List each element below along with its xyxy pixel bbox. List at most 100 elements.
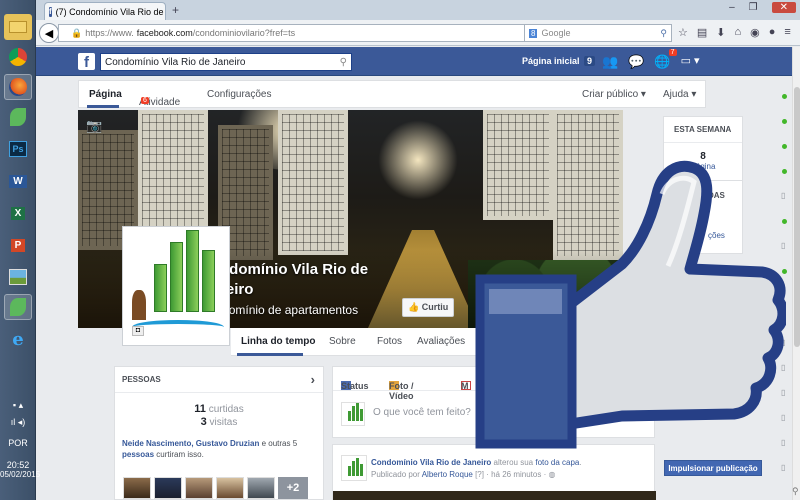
online-dot-icon[interactable] [782,144,787,149]
clock-time[interactable]: 20:52 [0,460,36,470]
leaf-app-icon-2[interactable] [4,294,32,320]
others-link[interactable]: pessoas [122,450,154,459]
tab-page[interactable]: Página [89,89,122,100]
bookmarks-icon[interactable]: ▤ [697,26,707,39]
scrollbar-thumb[interactable] [794,87,800,347]
chevron-right-icon[interactable]: › [311,372,315,387]
url-bar[interactable]: 🔒 https://www. facebook.com/condominiovil… [58,24,558,42]
profile-picture[interactable]: ◘ [122,226,230,346]
visits-stat[interactable]: 3 visitas [115,416,323,428]
avatar[interactable] [185,477,213,499]
logo-tree [132,290,146,320]
notifications-icon[interactable]: 🌐 7 [654,49,677,70]
help-menu[interactable]: Ajuda ▾ [663,89,696,100]
word-icon[interactable]: W [4,168,32,194]
post-author-avatar[interactable] [341,455,367,481]
close-window-button[interactable]: ✕ [771,2,796,13]
photoshop-icon[interactable]: Ps [4,136,32,162]
tab-settings[interactable]: Configurações [207,89,271,100]
facebook-search-input[interactable]: Condomínio Vila Rio de Janeiro ⚲ [100,53,352,71]
tab-photos[interactable]: Fotos [377,336,402,347]
mobile-device-icon[interactable]: ▯ [781,241,785,250]
addon-icon[interactable]: ◉ [750,26,760,39]
back-button[interactable]: ◀ [39,23,59,43]
tray-icons[interactable]: ▪ ▴ [0,400,36,411]
internet-explorer-icon[interactable]: e [4,326,32,352]
online-dot-icon[interactable] [782,169,787,174]
image-viewer-icon[interactable] [4,264,32,290]
avatar[interactable] [216,477,244,499]
friend-requests-icon[interactable]: 👥 [602,54,618,70]
facebook-logo-icon[interactable]: f [78,53,95,70]
powerpoint-icon[interactable]: P [4,232,32,258]
file-explorer-icon[interactable] [4,14,32,40]
excel-icon[interactable]: X [4,200,32,226]
search-icon[interactable]: ⚲ [792,486,799,497]
minimize-button[interactable]: – [729,2,735,13]
tab-about[interactable]: Sobre [329,336,356,347]
tray-volume-icon[interactable]: ıl ◂) [0,417,36,428]
page-scrollbar[interactable] [792,47,800,500]
section2-link[interactable]: ções [708,231,725,240]
avatar[interactable] [123,477,151,499]
boost-post-button[interactable]: Impulsionar publicação [664,460,762,476]
likes-count: 11 [194,403,206,415]
bookmark-star-icon[interactable]: ☆ [678,26,688,39]
mobile-device-icon[interactable]: ▯ [781,191,785,200]
tab-reviews[interactable]: Avaliações [417,336,465,347]
restore-button[interactable]: ❐ [749,2,758,13]
search-bar[interactable]: 8 Google ⚲ [524,24,672,42]
facebook-search-icon[interactable]: ⚲ [340,57,347,68]
tab-timeline[interactable]: Linha do tempo [241,336,315,347]
condominium-logo: ◘ [126,230,226,342]
firefox-icon[interactable] [4,74,32,100]
browser-tab[interactable]: f (7) Condomínio Vila Rio de Ja... × [44,2,166,20]
create-audience-menu[interactable]: Criar público ▾ [582,89,646,100]
online-dot-icon[interactable] [782,219,787,224]
change-cover-camera-icon[interactable]: 📷 [86,118,102,134]
mobile-device-icon[interactable]: ▯ [781,463,785,472]
mobile-device-icon[interactable]: ▯ [781,388,785,397]
composer-body[interactable]: O que você tem feito? [333,391,654,437]
clock-date[interactable]: 05/02/2015 [0,470,40,479]
change-profile-camera-icon[interactable]: ◘ [132,326,144,336]
post-image[interactable] [333,491,656,500]
lock-icon: 🔒 [71,27,83,38]
mobile-device-icon[interactable]: ▯ [781,314,785,323]
mobile-device-icon[interactable]: ▯ [781,338,785,347]
search-icon[interactable]: ⚲ [660,28,667,39]
settings-icon[interactable]: ▭ ▾ [681,54,700,70]
google-search-engine-icon[interactable]: 8 [529,28,538,38]
liked-button[interactable]: 👍 Curtiu [402,298,455,317]
home-count: 9 [584,56,596,66]
friends-names-link[interactable]: Neide Nascimento, Gustavo Druzian [122,439,259,448]
avatar[interactable] [247,477,275,499]
home-icon[interactable]: ⌂ [735,26,742,39]
avatar[interactable] [154,477,182,499]
publisher-link[interactable]: Alberto Roque [422,470,473,479]
likes-stat[interactable]: 11 curtidas [115,403,323,415]
mobile-device-icon[interactable]: ▯ [781,413,785,422]
online-dot-icon[interactable] [782,119,787,124]
post-author-link[interactable]: Condomínio Vila Rio de Janeiro [371,458,491,467]
people-header[interactable]: PESSOAS › [115,367,323,393]
download-icon[interactable]: ⬇ [716,26,725,39]
browser-toolbar-icons: ☆ ▤ ⬇ ⌂ ◉ ● ≡ [678,26,791,39]
cover-photo-link[interactable]: foto da capa [535,458,579,467]
menu-icon[interactable]: ≡ [784,26,790,39]
url-prefix: https://www. [85,28,134,38]
composer-placeholder[interactable]: O que você tem feito? [373,407,471,418]
more-friends-button[interactable]: +2 [278,477,308,499]
this-week-link[interactable]: Página [664,162,742,171]
home-link[interactable]: Página inicial 9 [522,56,596,66]
messages-icon[interactable]: 💬 [628,54,644,70]
language-indicator[interactable]: POR [0,438,36,448]
leaf-app-icon[interactable] [4,104,32,130]
chrome-icon[interactable] [4,44,32,70]
mobile-device-icon[interactable]: ▯ [781,438,785,447]
new-tab-button[interactable]: + [172,3,179,17]
mobile-device-icon[interactable]: ▯ [781,363,785,372]
online-dot-icon[interactable] [782,269,787,274]
online-dot-icon[interactable] [782,94,787,99]
chat-icon[interactable]: ● [769,26,776,39]
